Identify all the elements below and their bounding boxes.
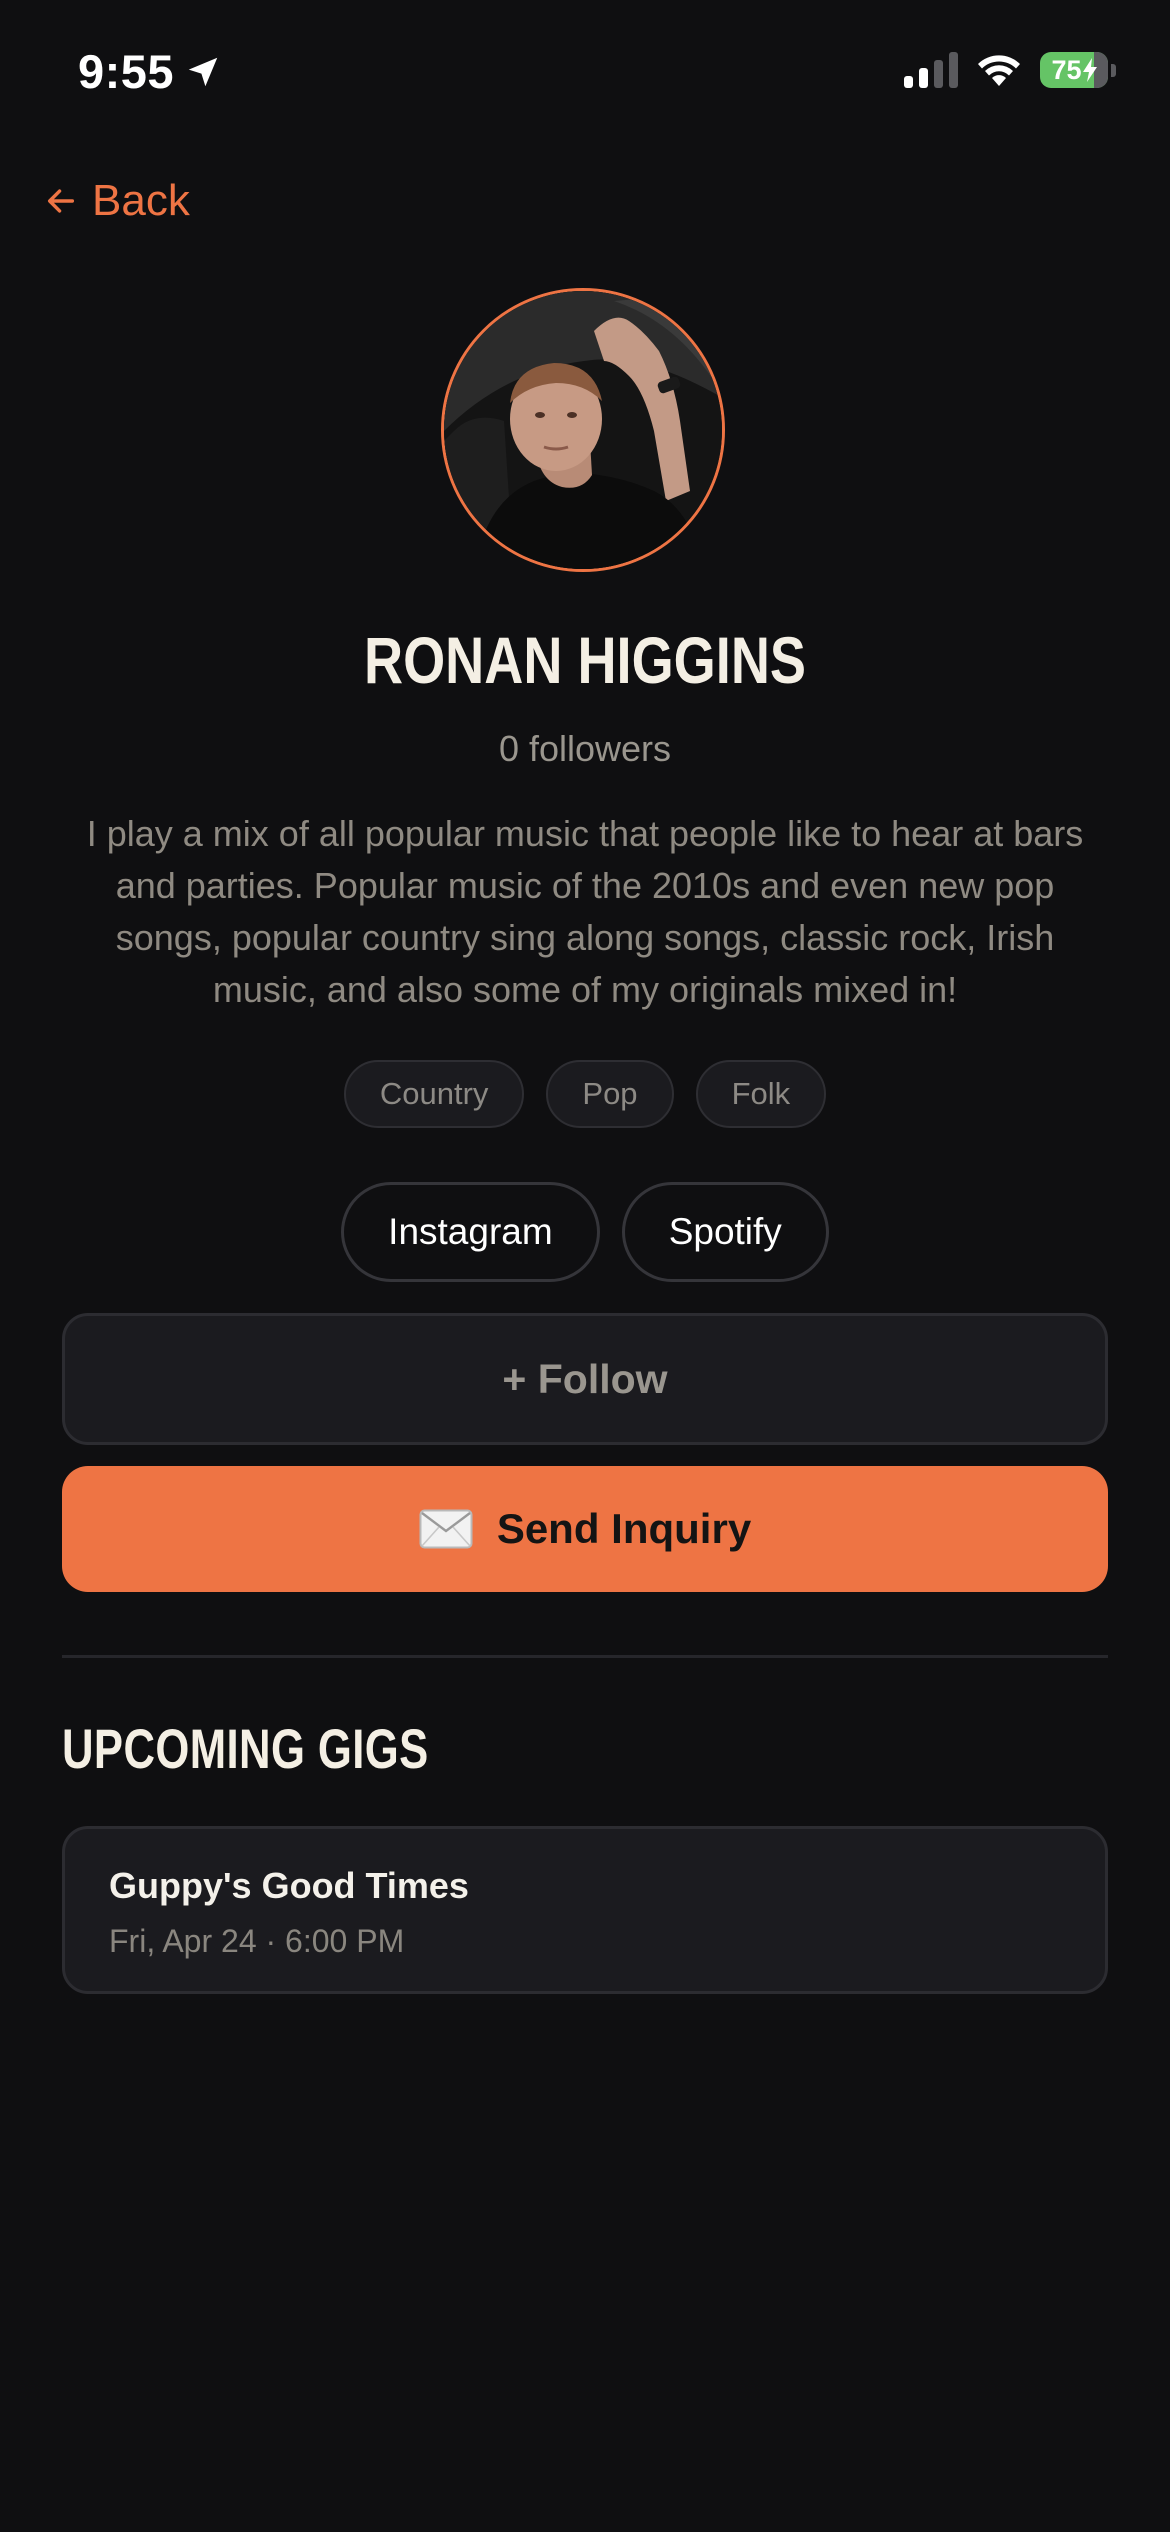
upcoming-gigs-title: UPCOMING GIGS [62, 1717, 429, 1780]
location-arrow-icon [188, 57, 218, 86]
status-bar-time: 9:55 [78, 44, 222, 99]
social-links: Instagram Spotify [0, 1182, 1170, 1282]
spotify-button[interactable]: Spotify [621, 1182, 829, 1282]
clock-text: 9:55 [78, 45, 175, 98]
status-bar-indicators: 75 [904, 52, 1116, 88]
artist-name: RONAN HIGGINS [363, 623, 807, 697]
gig-datetime: Fri, Apr 24 · 6:00 PM [109, 1923, 405, 1959]
cellular-signal-icon [904, 52, 958, 88]
send-inquiry-label: Send Inquiry [496, 1505, 752, 1552]
artist-bio: I play a mix of all popular music that p… [86, 813, 1084, 1010]
genre-chip-pop: Pop [546, 1060, 674, 1128]
send-inquiry-button[interactable]: Send Inquiry [62, 1466, 1108, 1592]
wifi-icon [978, 55, 1020, 86]
battery-charging-icon: 75 [1040, 52, 1116, 88]
profile-photo [444, 291, 722, 569]
genre-chip-country: Country [343, 1060, 525, 1128]
gig-card[interactable]: Guppy's Good Times Fri, Apr 24 · 6:00 PM [62, 1826, 1108, 1994]
follow-label: + Follow [502, 1355, 668, 1402]
arrow-left-icon [47, 189, 75, 213]
genre-tags: Country Pop Folk [0, 1060, 1170, 1128]
avatar [441, 288, 725, 572]
followers-count: 0 followers [498, 728, 672, 769]
back-label: Back [92, 176, 190, 225]
instagram-button[interactable]: Instagram [341, 1182, 600, 1282]
genre-chip-folk: Folk [695, 1060, 827, 1128]
battery-percent: 75 [1051, 54, 1082, 85]
section-divider [62, 1655, 1108, 1658]
envelope-icon [419, 1509, 473, 1549]
follow-button[interactable]: + Follow [62, 1313, 1108, 1445]
gig-venue: Guppy's Good Times [109, 1865, 469, 1906]
back-button[interactable]: Back [44, 176, 190, 226]
bolt-icon [1082, 58, 1097, 82]
